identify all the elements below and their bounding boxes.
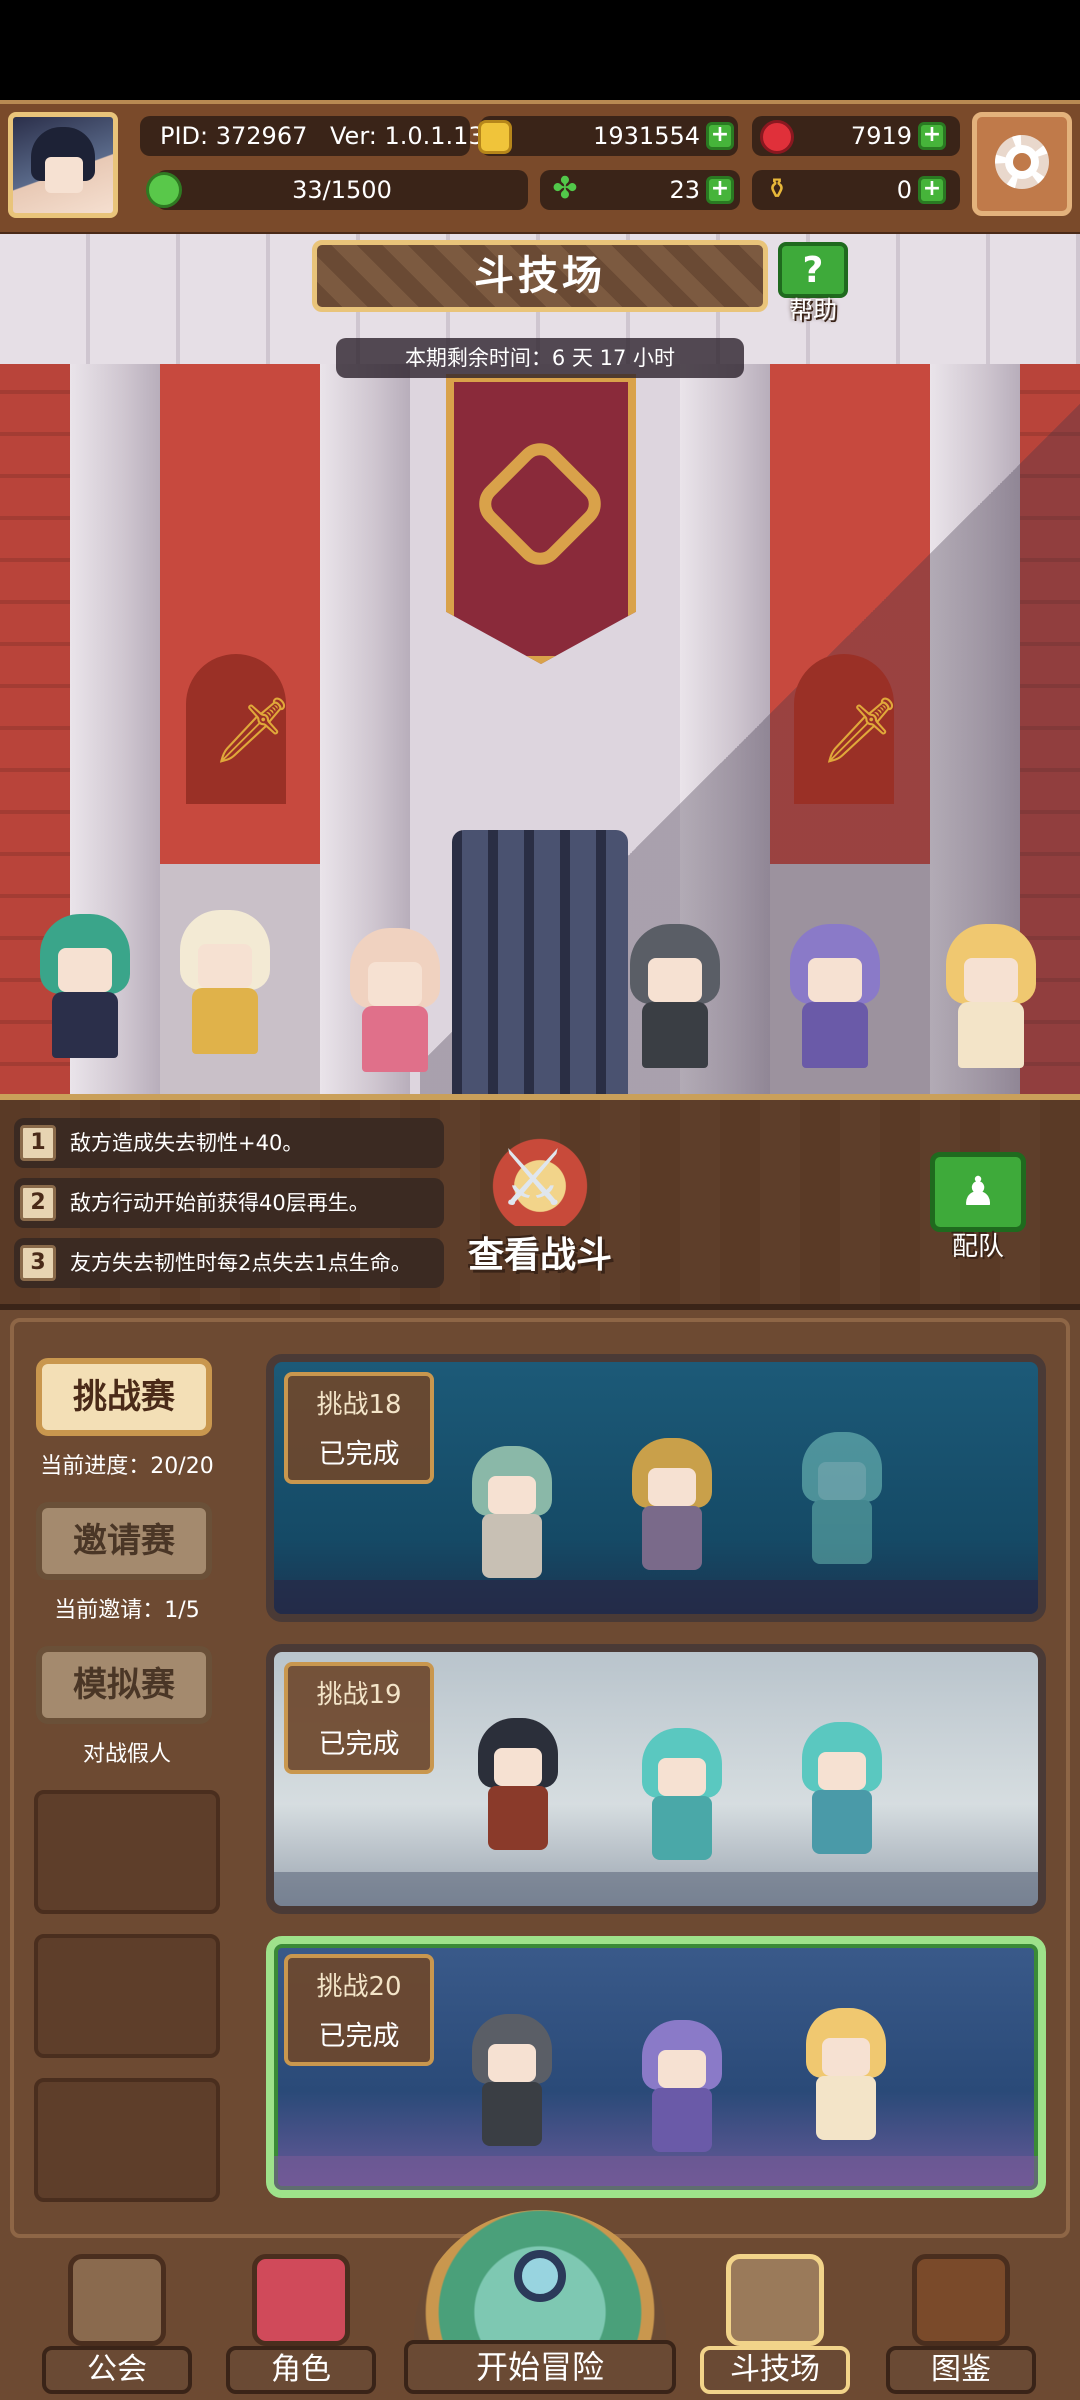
gear-icon bbox=[995, 135, 1049, 189]
card-floor bbox=[274, 1580, 1038, 1614]
magnifier-icon bbox=[514, 2250, 566, 2302]
nav-guild[interactable]: 公会 bbox=[42, 2250, 192, 2400]
modifier-number: 2 bbox=[20, 1185, 56, 1221]
challenge-card-19[interactable]: 挑战19 已完成 bbox=[266, 1644, 1046, 1914]
challenge-badge: 挑战20 已完成 bbox=[284, 1954, 434, 2066]
potion-plus-icon[interactable]: + bbox=[918, 176, 946, 204]
character-sprite bbox=[936, 924, 1046, 1074]
modifier-row: 2 敌方行动开始前获得40层再生。 bbox=[14, 1178, 444, 1228]
nav-character-label: 角色 bbox=[226, 2346, 376, 2394]
nav-codex[interactable]: 图鉴 bbox=[886, 2250, 1036, 2400]
enemy-sprite bbox=[634, 1728, 730, 1868]
enemy-sprite bbox=[634, 2020, 730, 2160]
empty-slot bbox=[34, 1790, 220, 1914]
stamina-value: 33/1500 bbox=[292, 176, 392, 204]
character-sprite bbox=[170, 910, 280, 1060]
settings-button[interactable] bbox=[972, 112, 1072, 216]
gem-plus-icon[interactable]: + bbox=[918, 122, 946, 150]
team-label: 配队 bbox=[951, 1232, 1004, 1262]
nav-codex-label: 图鉴 bbox=[886, 2346, 1036, 2394]
modifier-row: 3 友方失去韧性时每2点失去1点生命。 bbox=[14, 1238, 444, 1288]
player-avatar[interactable] bbox=[8, 112, 118, 218]
challenge-badge: 挑战19 已完成 bbox=[284, 1662, 434, 1774]
team-setup-button[interactable]: ♟ 配队 bbox=[926, 1152, 1030, 1262]
challenge-title: 挑战18 bbox=[316, 1390, 402, 1420]
challenge-card-20[interactable]: 挑战20 已完成 bbox=[266, 1936, 1046, 2198]
crossed-swords-icon bbox=[726, 2254, 824, 2346]
help-label: 帮助 bbox=[789, 296, 837, 324]
red-gem-icon bbox=[760, 120, 794, 154]
modifier-number: 1 bbox=[20, 1125, 56, 1161]
modifier-row: 1 敌方造成失去韧性+40。 bbox=[14, 1118, 444, 1168]
view-battle-button[interactable]: ⚔ 查看战斗 bbox=[440, 1126, 640, 1296]
clover-amount: 23 bbox=[669, 176, 700, 204]
gold-amount: 1931554 bbox=[593, 122, 700, 150]
challenge-badge: 挑战18 已完成 bbox=[284, 1372, 434, 1484]
character-sprite bbox=[620, 924, 730, 1074]
arena-scene: 🗡 🗡 斗技场 ? 帮助 本期剩余时间：6 天 17 小时 bbox=[0, 234, 1080, 1094]
character-sprite bbox=[30, 914, 140, 1064]
card-floor bbox=[274, 2156, 1038, 2190]
nav-guild-label: 公会 bbox=[42, 2346, 192, 2394]
gold-plus-icon[interactable]: + bbox=[706, 122, 734, 150]
guild-building-icon bbox=[68, 2254, 166, 2346]
ghost-sprite bbox=[794, 1432, 890, 1572]
challenge-title: 挑战19 bbox=[316, 1680, 402, 1710]
empty-slot bbox=[34, 1934, 220, 2058]
sword-icon: 🗡 bbox=[212, 694, 294, 768]
challenge-tab[interactable]: 挑战赛 bbox=[36, 1358, 212, 1436]
potion-icon: ⚱ bbox=[765, 172, 789, 205]
arena-panel: 挑战赛 当前进度：20/20 邀请赛 当前邀请：1/5 模拟赛 对战假人 挑战1… bbox=[0, 1304, 1080, 2256]
start-adventure-label: 开始冒险 bbox=[404, 2340, 676, 2394]
challenge-title: 挑战20 bbox=[316, 1972, 402, 2002]
empty-slot bbox=[34, 2078, 220, 2202]
enemy-sprite bbox=[464, 2014, 560, 2154]
enemy-sprite bbox=[624, 1438, 720, 1578]
invite-progress: 当前邀请：1/5 bbox=[54, 1598, 200, 1623]
modifier-text: 敌方造成失去韧性+40。 bbox=[70, 1131, 304, 1155]
simulation-tab[interactable]: 模拟赛 bbox=[36, 1646, 212, 1724]
challenge-progress: 当前进度：20/20 bbox=[40, 1454, 214, 1479]
player-id: PID: 372967 bbox=[160, 122, 308, 150]
simulation-subtitle: 对战假人 bbox=[82, 1742, 171, 1767]
view-battle-label: 查看战斗 bbox=[467, 1235, 612, 1276]
challenge-status: 已完成 bbox=[318, 1729, 400, 1760]
enemy-sprite bbox=[464, 1446, 560, 1586]
nav-arena[interactable]: 斗技场 bbox=[700, 2250, 850, 2400]
mode-sidebar: 挑战赛 当前进度：20/20 邀请赛 当前邀请：1/5 模拟赛 对战假人 bbox=[22, 1342, 232, 2222]
help-button[interactable]: ? 帮助 bbox=[774, 242, 852, 324]
season-timer: 本期剩余时间：6 天 17 小时 bbox=[336, 338, 744, 378]
modifier-text: 敌方行动开始前获得40层再生。 bbox=[70, 1191, 370, 1215]
gem-amount: 7919 bbox=[850, 122, 912, 150]
gold-coin-icon bbox=[478, 120, 512, 154]
clover-icon: ✤ bbox=[552, 171, 578, 206]
crossed-swords-icon: ⚔ bbox=[498, 1134, 568, 1224]
portcullis-gate bbox=[452, 830, 628, 1094]
nav-character[interactable]: 角色 bbox=[226, 2250, 376, 2400]
modifier-text: 友方失去韧性时每2点失去1点生命。 bbox=[70, 1251, 412, 1275]
character-sprite bbox=[780, 924, 890, 1074]
enemy-sprite bbox=[794, 1722, 890, 1862]
enemy-sprite bbox=[470, 1718, 566, 1858]
nav-arena-label: 斗技场 bbox=[700, 2346, 850, 2394]
sword-icon: 🗡 bbox=[820, 694, 902, 768]
modifier-number: 3 bbox=[20, 1245, 56, 1281]
challenge-status: 已完成 bbox=[318, 2021, 400, 2052]
card-floor bbox=[274, 1872, 1038, 1906]
book-icon bbox=[912, 2254, 1010, 2346]
character-face-icon bbox=[252, 2254, 350, 2346]
invite-tab[interactable]: 邀请赛 bbox=[36, 1502, 212, 1580]
game-version: Ver: 1.0.1.13 bbox=[330, 122, 484, 150]
enemy-sprite bbox=[798, 2008, 894, 2148]
arena-title: 斗技场 bbox=[312, 240, 768, 312]
challenge-status: 已完成 bbox=[318, 1439, 400, 1470]
character-sprite bbox=[340, 928, 450, 1078]
clover-plus-icon[interactable]: + bbox=[706, 176, 734, 204]
top-hud: PID: 372967 Ver: 1.0.1.13 1931554 + 7919… bbox=[0, 100, 1080, 238]
challenge-card-18[interactable]: 挑战18 已完成 bbox=[266, 1354, 1046, 1622]
start-adventure-button[interactable]: 开始冒险 bbox=[404, 2210, 676, 2400]
team-icon: ♟ bbox=[930, 1152, 1026, 1232]
potion-amount: 0 bbox=[896, 176, 912, 204]
